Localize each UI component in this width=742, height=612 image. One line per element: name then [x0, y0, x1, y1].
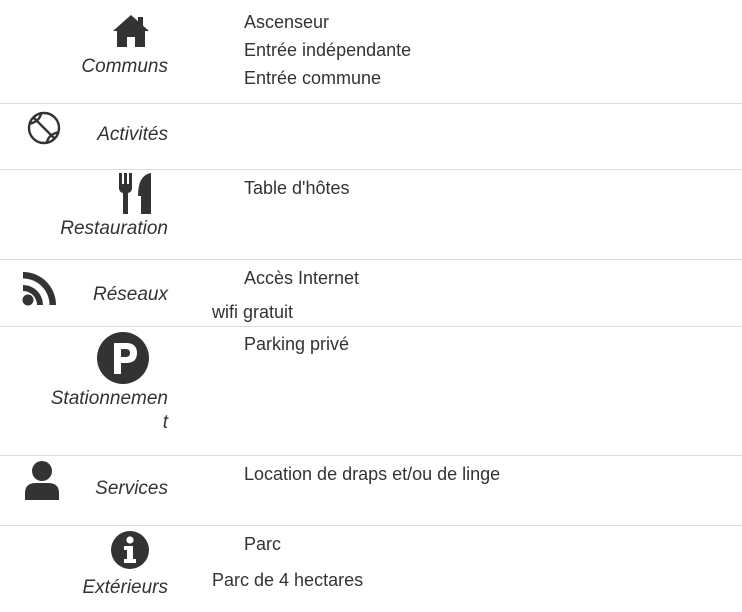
list-item: Accès Internet: [244, 268, 360, 288]
rss-icon: [22, 270, 60, 306]
section-label-services: Services: [95, 478, 168, 499]
basketball-icon: [27, 111, 61, 145]
info-icon: [110, 530, 150, 570]
section-label-activites: Activités: [97, 124, 168, 145]
divider: [0, 326, 742, 327]
divider: [0, 455, 742, 456]
list-item: Entrée commune: [244, 68, 382, 88]
user-icon: [24, 460, 60, 500]
divider: [0, 103, 742, 104]
list-item-note: Parc de 4 hectares: [212, 570, 364, 590]
section-label-reseaux: Réseaux: [93, 284, 168, 305]
list-item: Table d'hôtes: [244, 178, 350, 198]
list-item: Parc: [244, 534, 282, 554]
list-item: Entrée indépendante: [244, 40, 412, 60]
section-label-stationnement: Stationnement: [50, 388, 168, 433]
parking-icon: [96, 331, 150, 385]
home-icon: [111, 14, 151, 48]
section-label-communs: Communs: [81, 56, 168, 77]
divider: [0, 525, 742, 526]
section-label-exterieurs: Extérieurs: [82, 577, 168, 598]
utensils-icon: [117, 171, 155, 215]
list-item: Parking privé: [244, 334, 350, 354]
list-item: Location de draps et/ou de linge: [244, 464, 501, 484]
equipment-list: Communs Ascenseur Entrée indépendante En…: [0, 0, 742, 612]
divider: [0, 169, 742, 170]
section-label-restauration: Restauration: [60, 218, 168, 239]
list-item: Ascenseur: [244, 12, 330, 32]
list-item-note: wifi gratuit: [212, 302, 294, 322]
divider: [0, 259, 742, 260]
